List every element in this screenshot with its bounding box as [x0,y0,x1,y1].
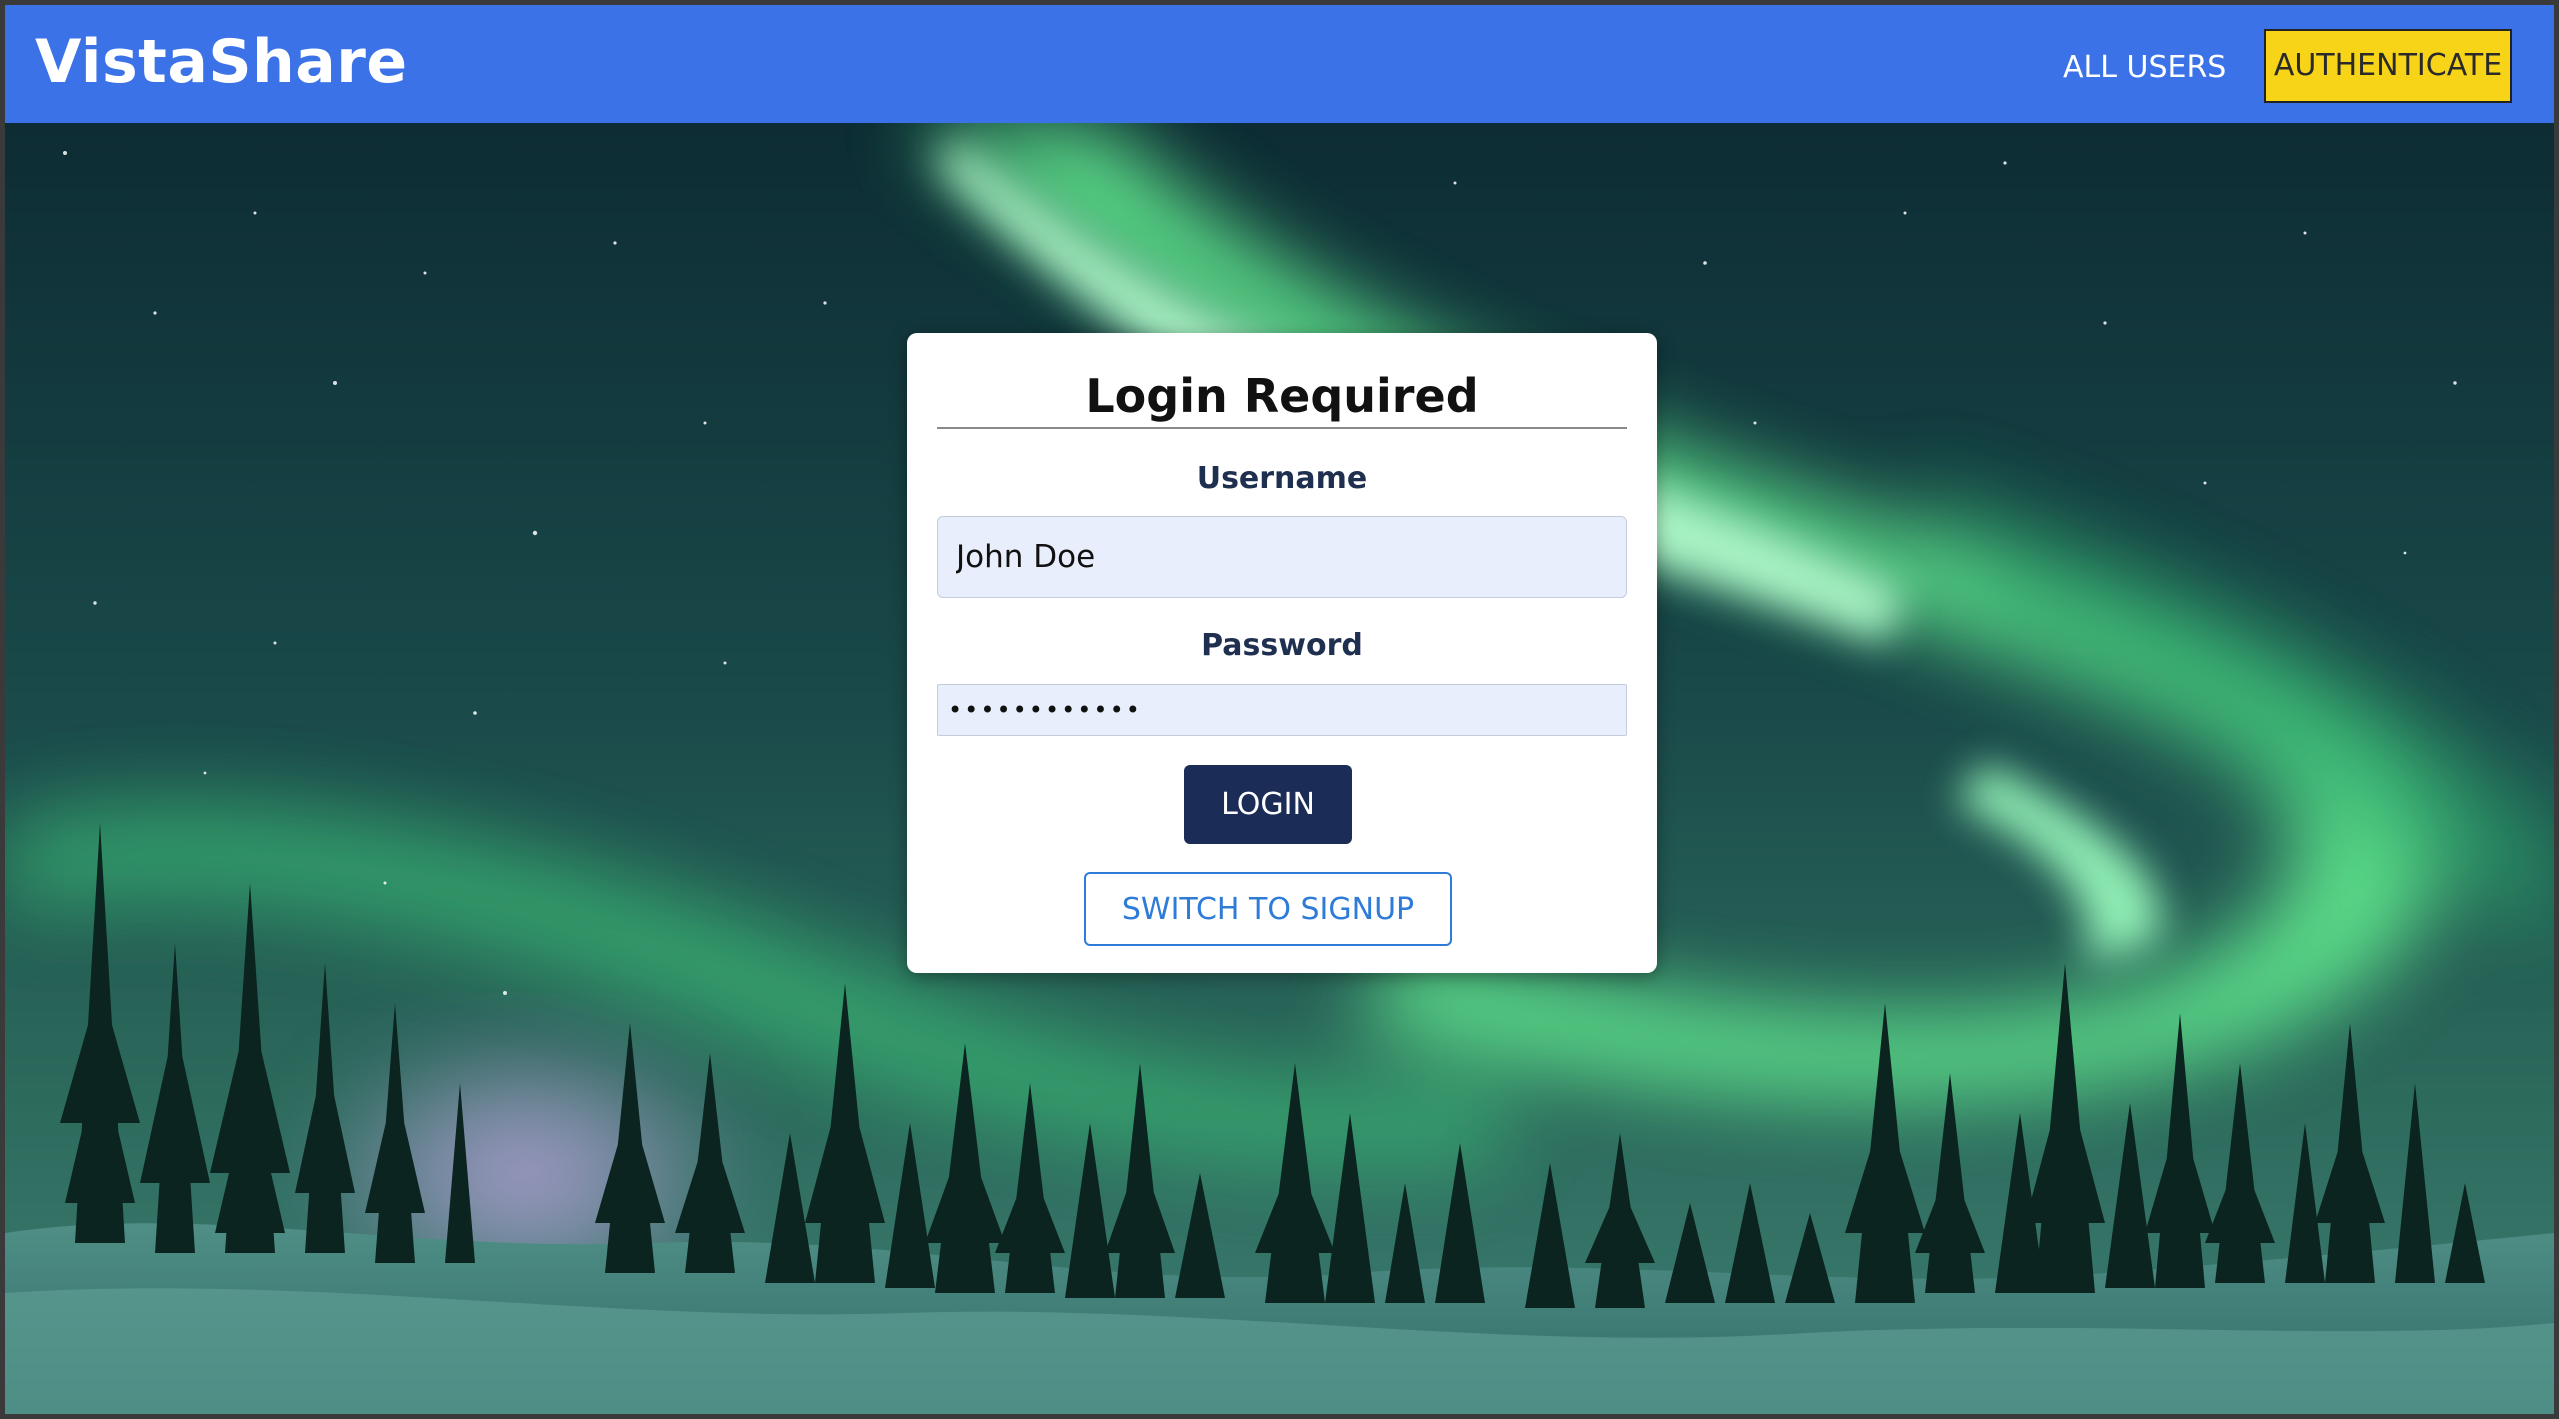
nav-authenticate-button[interactable]: AUTHENTICATE [2264,29,2512,103]
username-label: Username [1196,461,1368,496]
login-button[interactable]: LOGIN [1184,765,1352,844]
top-navbar: VistaShare ALL USERS AUTHENTICATE [5,5,2554,123]
switch-to-signup-button[interactable]: SWITCH TO SIGNUP [1084,872,1452,946]
brand-logo[interactable]: VistaShare [35,27,408,97]
login-card: Login Required Username Password LOGIN S… [907,333,1657,973]
title-divider [937,427,1627,429]
nav-all-users-link[interactable]: ALL USERS [2063,50,2226,85]
login-title: Login Required [1085,369,1479,423]
password-input[interactable] [937,684,1627,736]
app-window: VistaShare ALL USERS AUTHENTICATE Login … [5,5,2554,1414]
username-input[interactable] [937,516,1627,598]
password-label: Password [1201,628,1363,663]
